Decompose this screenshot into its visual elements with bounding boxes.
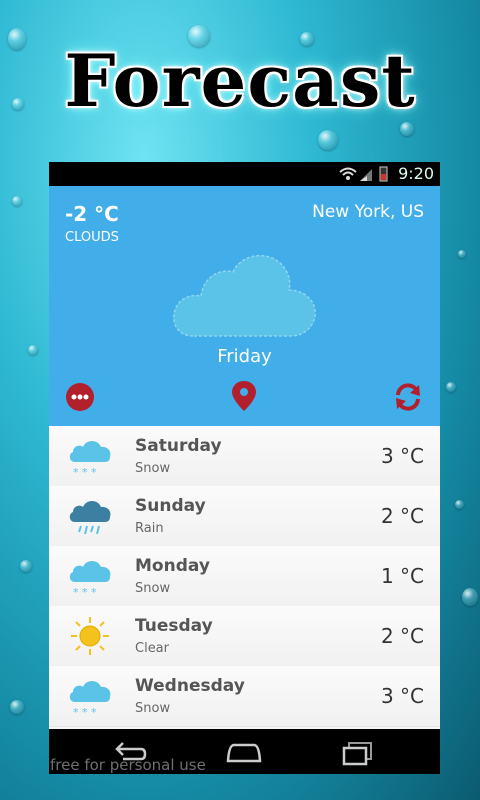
svg-text:* * *: * * * (73, 706, 97, 718)
recent-apps-icon[interactable] (339, 737, 379, 767)
battery-icon (379, 166, 388, 182)
forecast-row[interactable]: * * * Monday Snow 1 °C (49, 546, 440, 607)
location-label: New York, US (312, 202, 424, 222)
cloud-icon (173, 254, 316, 337)
current-temperature: -2 °C (65, 202, 119, 226)
current-weather-panel: -2 °C CLOUDS New York, US Friday (49, 186, 440, 426)
signal-icon (360, 169, 372, 181)
forecast-condition: Rain (135, 521, 164, 536)
forecast-condition: Snow (135, 461, 171, 476)
forecast-temp: 3 °C (380, 684, 424, 708)
forecast-condition: Snow (135, 581, 171, 596)
status-bar: 9:20 (49, 162, 440, 186)
forecast-temp: 2 °C (380, 624, 424, 648)
clock: 9:20 (398, 164, 434, 183)
forecast-day: Monday (135, 556, 210, 576)
snow-icon: * * * (69, 561, 111, 598)
forecast-day: Saturday (135, 436, 222, 456)
watermark-text: free for personal use (50, 756, 206, 774)
forecast-row[interactable]: * * * Saturday Snow 3 °C (49, 426, 440, 487)
svg-text:* * *: * * * (73, 466, 97, 478)
snow-icon: * * * (69, 681, 111, 718)
forecast-day: Tuesday (135, 616, 213, 636)
phone-screen: 9:20 -2 °C CLOUDS New York, US Friday * … (49, 162, 440, 774)
snow-icon: * * * (69, 441, 111, 478)
forecast-row[interactable]: * * * Wednesday Snow 3 °C (49, 666, 440, 727)
more-icon[interactable] (65, 382, 95, 412)
forecast-list: * * * Saturday Snow 3 °C Sunday Rain 2 °… (49, 426, 440, 729)
wifi-icon (339, 167, 357, 180)
forecast-condition: Clear (135, 641, 169, 656)
current-day: Friday (217, 346, 272, 367)
status-icons (339, 166, 388, 182)
map-pin-icon[interactable] (229, 379, 259, 413)
sun-icon (71, 617, 109, 655)
forecast-day: Wednesday (135, 676, 245, 696)
forecast-temp: 1 °C (380, 564, 424, 588)
forecast-day: Sunday (135, 496, 206, 516)
forecast-row[interactable]: Sunday Rain 2 °C (49, 486, 440, 547)
current-condition: CLOUDS (65, 230, 119, 245)
forecast-banner-title: Forecast (64, 38, 416, 123)
refresh-icon[interactable] (393, 382, 423, 412)
forecast-condition: Snow (135, 701, 171, 716)
rain-icon (69, 501, 111, 535)
svg-text:* * *: * * * (73, 586, 97, 598)
forecast-row[interactable]: Tuesday Clear 2 °C (49, 606, 440, 667)
home-icon[interactable] (224, 737, 264, 767)
forecast-temp: 3 °C (380, 444, 424, 468)
forecast-temp: 2 °C (380, 504, 424, 528)
